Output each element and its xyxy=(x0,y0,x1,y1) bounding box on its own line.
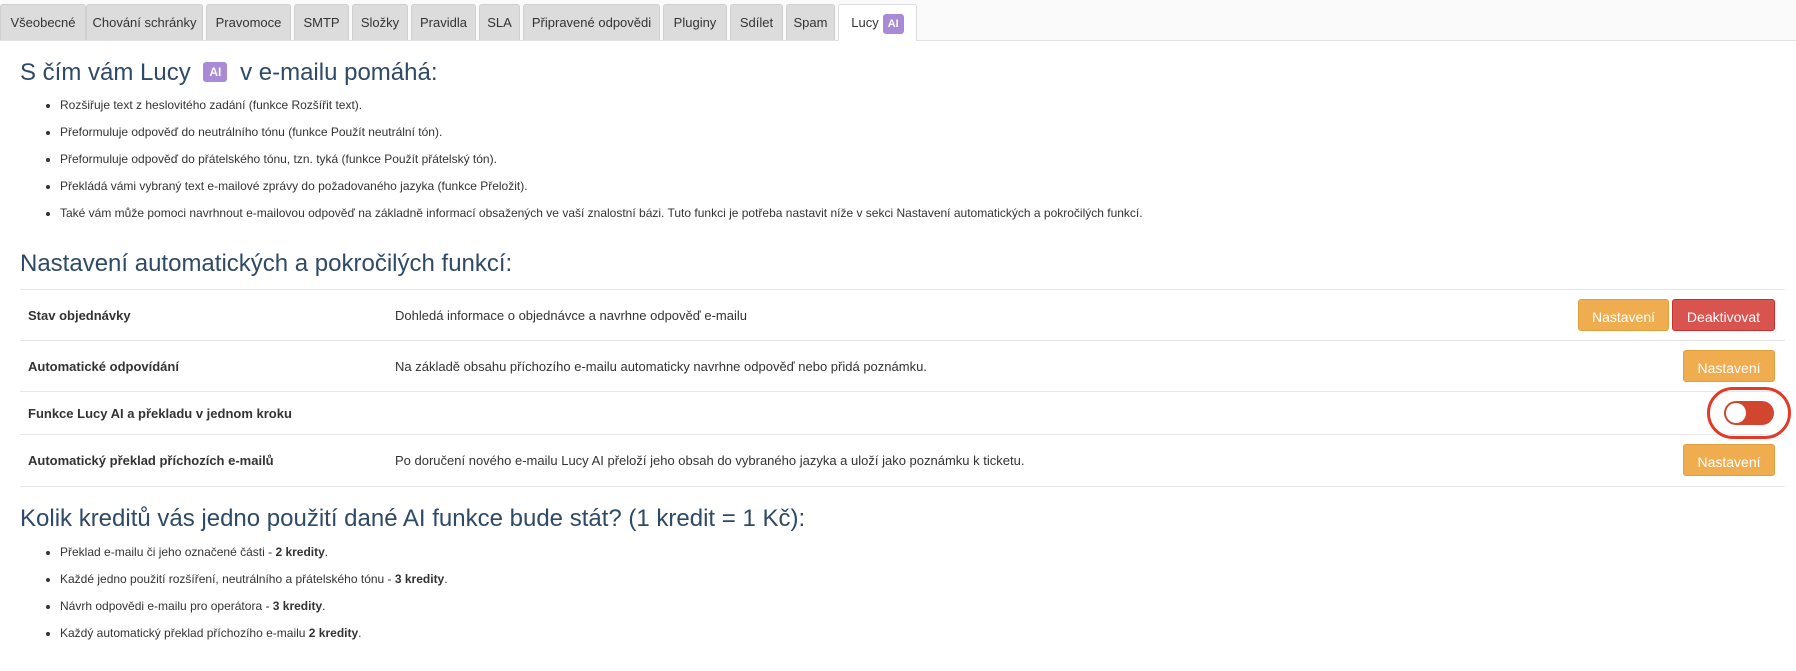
toggle-knob xyxy=(1726,403,1746,423)
row-description: Na základě obsahu příchozího e-mailu aut… xyxy=(395,359,927,374)
tab-label: Lucy xyxy=(851,15,879,30)
credit-suffix: . xyxy=(322,599,326,613)
table-row: Stav objednávky Dohledá informace o obje… xyxy=(20,289,1785,341)
tab-vseobecne[interactable]: Všeobecné xyxy=(0,4,86,40)
table-row: Automatický překlad příchozích e-mailů P… xyxy=(20,434,1785,487)
row-label: Funkce Lucy AI a překladu v jednom kroku xyxy=(28,406,292,421)
tab-chovani-schranky[interactable]: Chování schránky xyxy=(86,4,203,40)
lucy-translate-toggle[interactable] xyxy=(1724,401,1774,425)
settings-tabs: Všeobecné Chování schránky Pravomoce SMT… xyxy=(0,0,1796,41)
help-title: S čím vám Lucy AI v e-mailu pomáhá: xyxy=(20,59,438,87)
row-description: Po doručení nového e-mailu Lucy AI přelo… xyxy=(395,453,1025,468)
tab-sla[interactable]: SLA xyxy=(479,4,520,40)
credit-amount: 2 kredity xyxy=(308,626,359,640)
tab-sdilet[interactable]: Sdílet xyxy=(730,4,783,40)
list-item: Překlad e-mailu či jeho označené části -… xyxy=(60,539,448,566)
tab-pluginy[interactable]: Pluginy xyxy=(663,4,727,40)
credit-suffix: . xyxy=(358,626,362,640)
tab-pravidla[interactable]: Pravidla xyxy=(411,4,476,40)
tab-lucy-ai[interactable]: Lucy AI xyxy=(838,4,917,41)
list-item: Každý automatický překlad příchozího e-m… xyxy=(60,620,448,647)
table-row: Funkce Lucy AI a překladu v jednom kroku xyxy=(20,391,1785,435)
settings-title: Nastavení automatických a pokročilých fu… xyxy=(20,250,513,277)
row-label: Stav objednávky xyxy=(28,308,131,323)
list-item: Návrh odpovědi e-mailu pro operátora - 3… xyxy=(60,593,448,620)
list-item: Přeformuluje odpověď do přátelského tónu… xyxy=(60,146,1143,173)
tab-pripravene-odpovedi[interactable]: Připravené odpovědi xyxy=(523,4,660,40)
order-status-deactivate-button[interactable]: Deaktivovat xyxy=(1672,299,1775,331)
credit-suffix: . xyxy=(324,545,329,559)
table-row: Automatické odpovídání Na základě obsahu… xyxy=(20,340,1785,392)
tab-smtp[interactable]: SMTP xyxy=(294,4,349,40)
credit-amount: 2 kredity xyxy=(275,545,325,559)
row-label: Automatické odpovídání xyxy=(28,359,179,374)
list-item: Přeformuluje odpověď do neutrálního tónu… xyxy=(60,119,1143,146)
list-item: Také vám může pomoci navrhnout e-mailovo… xyxy=(60,200,1143,227)
credit-text: Překlad e-mailu či jeho označené části - xyxy=(60,545,276,559)
credit-text: Návrh odpovědi e-mailu pro operátora - xyxy=(60,599,273,613)
list-item: Každé jedno použití rozšíření, neutrální… xyxy=(60,566,448,593)
ai-badge: AI xyxy=(882,13,904,34)
order-status-settings-button[interactable]: Nastavení xyxy=(1578,299,1669,331)
list-item: Překládá vámi vybraný text e-mailové zpr… xyxy=(60,173,1143,200)
credit-amount: 3 kredity xyxy=(394,572,445,586)
credit-text: Každé jedno použití rozšíření, neutrální… xyxy=(60,572,395,586)
tab-slozky[interactable]: Složky xyxy=(352,4,408,40)
credits-list: Překlad e-mailu či jeho označené části -… xyxy=(20,539,448,647)
auto-reply-settings-button[interactable]: Nastavení xyxy=(1683,350,1775,382)
credit-text: Každý automatický překlad příchozího e-m… xyxy=(60,626,309,640)
list-item: Rozšiřuje text z heslovitého zadání (fun… xyxy=(60,92,1143,119)
credit-suffix: . xyxy=(444,572,448,586)
help-list: Rozšiřuje text z heslovitého zadání (fun… xyxy=(20,92,1143,227)
ai-badge: AI xyxy=(203,61,228,82)
help-title-post: v e-mailu pomáhá: xyxy=(240,59,438,86)
tab-pravomoce[interactable]: Pravomoce xyxy=(206,4,291,40)
credit-amount: 3 kredity xyxy=(272,599,323,613)
credits-title: Kolik kreditů vás jedno použití dané AI … xyxy=(20,505,806,532)
row-description: Dohledá informace o objednávce a navrhne… xyxy=(395,308,747,323)
help-title-pre: S čím vám Lucy xyxy=(20,59,191,86)
auto-translate-settings-button[interactable]: Nastavení xyxy=(1683,444,1775,476)
tab-spam[interactable]: Spam xyxy=(786,4,835,40)
row-label: Automatický překlad příchozích e-mailů xyxy=(28,453,274,468)
